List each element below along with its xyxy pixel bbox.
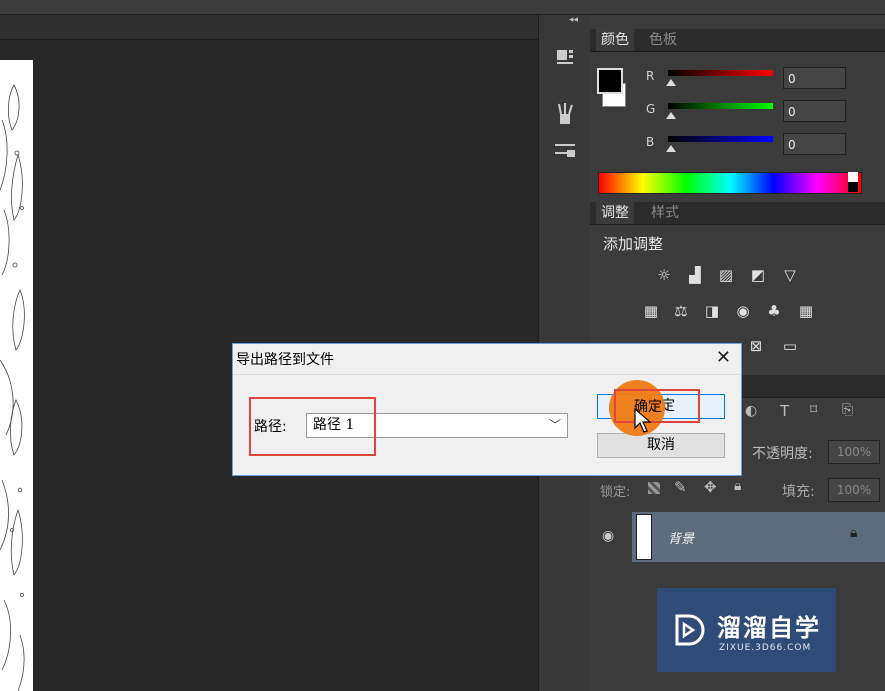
layer-visibility-cell: ◉ <box>590 512 632 562</box>
lock-transparent-icon[interactable] <box>648 482 660 494</box>
fill-field[interactable]: 100% <box>828 478 880 502</box>
dialog-title: 导出路径到文件 <box>236 352 334 368</box>
shape-filter-icon[interactable]: ⌑ <box>810 402 817 418</box>
exposure-icon[interactable]: ◩ <box>747 265 769 285</box>
color-panel-tabs: 颜色 色板 <box>590 29 885 52</box>
photo-filter-icon[interactable]: ◉ <box>732 301 754 321</box>
brightness-icon[interactable]: ☼ <box>653 265 675 285</box>
smart-object-filter-icon[interactable]: ⎘ <box>842 402 853 418</box>
document-tab-strip <box>0 15 538 40</box>
tab-styles[interactable]: 样式 <box>646 202 684 224</box>
red-label: R <box>646 69 655 83</box>
black-chip[interactable] <box>848 182 858 192</box>
tab-swatches[interactable]: 色板 <box>644 29 682 51</box>
curves-icon[interactable]: ▨ <box>715 265 737 285</box>
layer-lock-icon: 🔒︎ <box>850 525 858 541</box>
levels-icon[interactable]: ▟ <box>684 265 706 285</box>
blue-slider-thumb[interactable] <box>666 145 676 152</box>
adjustment-filter-icon[interactable]: ◐ <box>745 403 757 419</box>
watermark-badge: 溜溜自学 ZIXUE.3D66.COM <box>657 588 836 672</box>
blue-value-field[interactable]: 0 <box>783 133 846 155</box>
cube-icon[interactable] <box>553 45 577 69</box>
opacity-label: 不透明度: <box>752 446 813 462</box>
blue-label: B <box>646 135 655 149</box>
green-slider-thumb[interactable] <box>666 112 676 119</box>
lock-all-icon[interactable]: 🔒︎ <box>734 478 741 494</box>
eye-icon[interactable]: ◉ <box>602 528 614 544</box>
document-canvas[interactable] <box>0 60 33 691</box>
chevron-down-icon[interactable]: ﹀ <box>549 414 561 437</box>
lock-pixels-icon[interactable]: ✎ <box>674 478 687 496</box>
mouse-cursor-icon <box>634 408 652 433</box>
selective-color-icon[interactable]: ⊠ <box>745 336 767 356</box>
adjustments-panel-tabs: 调整 样式 <box>590 202 885 225</box>
play-logo-icon <box>675 614 705 646</box>
red-value-field[interactable]: 0 <box>783 67 846 89</box>
channel-mixer-icon[interactable]: ♣ <box>763 301 785 321</box>
vibrance-icon[interactable]: ▽ <box>779 265 801 285</box>
gradient-map-icon[interactable]: ▭ <box>779 336 801 356</box>
black-white-icon[interactable]: ◨ <box>701 301 723 321</box>
lock-label: 锁定: <box>600 485 631 500</box>
watermark-url: ZIXUE.3D66.COM <box>719 643 812 653</box>
ok-highlight-box <box>614 389 700 423</box>
foreground-color-swatch[interactable] <box>597 68 623 94</box>
title-divider <box>233 374 741 375</box>
cancel-button[interactable]: 取消 <box>597 433 725 458</box>
opacity-field[interactable]: 100% <box>828 440 880 464</box>
red-slider[interactable] <box>668 70 773 76</box>
layer-row-background[interactable]: 背景 🔒︎ <box>632 512 885 562</box>
red-slider-thumb[interactable] <box>666 79 676 86</box>
blue-slider[interactable] <box>668 136 773 142</box>
type-filter-icon[interactable]: T <box>780 402 789 420</box>
layer-name[interactable]: 背景 <box>668 528 694 547</box>
path-highlight-box <box>249 397 376 456</box>
collapse-panels-icon[interactable]: ◂◂ <box>569 15 578 25</box>
path-outline-drawing <box>0 84 25 691</box>
color-spectrum-ramp[interactable] <box>598 172 862 194</box>
lock-position-icon[interactable]: ✥ <box>704 478 717 496</box>
tab-adjustments[interactable]: 调整 <box>596 202 634 224</box>
color-lookup-icon[interactable]: ▦ <box>795 301 817 321</box>
color-balance-icon[interactable]: ⚖ <box>670 301 692 321</box>
green-label: G <box>646 102 656 116</box>
brush-presets-icon[interactable] <box>553 102 577 126</box>
options-bar <box>0 0 885 15</box>
tool-presets-icon[interactable] <box>553 139 577 163</box>
hue-saturation-icon[interactable]: ▦ <box>640 301 662 321</box>
layer-thumbnail <box>636 514 652 560</box>
watermark-brand: 溜溜自学 <box>717 614 821 642</box>
tab-color[interactable]: 颜色 <box>596 29 634 51</box>
fill-label: 填充: <box>782 484 815 500</box>
green-slider[interactable] <box>668 103 773 109</box>
add-adjustment-heading: 添加调整 <box>603 235 664 253</box>
green-value-field[interactable]: 0 <box>783 100 846 122</box>
close-icon[interactable]: ✕ <box>716 347 731 368</box>
white-chip[interactable] <box>848 172 858 182</box>
